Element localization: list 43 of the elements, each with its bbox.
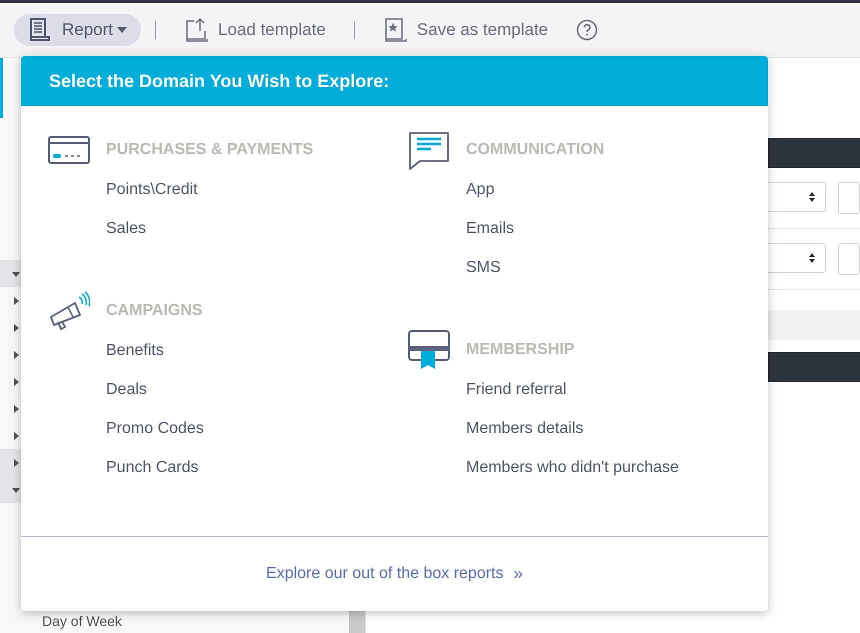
input-field[interactable]	[838, 243, 860, 275]
expand-arrow-icon[interactable]	[12, 486, 20, 494]
document-icon	[28, 17, 52, 43]
domain-heading: PURCHASES & PAYMENTS	[106, 141, 314, 159]
domain-report-link[interactable]: Friend referral	[466, 370, 566, 409]
star-document-icon	[382, 17, 407, 43]
expand-arrow-icon[interactable]	[12, 404, 20, 412]
domain-report-link[interactable]: Deals	[106, 370, 147, 409]
chat-icon	[408, 130, 450, 170]
save-template-button[interactable]: Save as template	[368, 14, 562, 46]
domain-report-link[interactable]: Members who didn't purchase	[466, 448, 679, 487]
membership-card-icon	[408, 330, 450, 370]
double-arrow-icon[interactable]: »	[514, 564, 523, 584]
expand-arrow-icon[interactable]	[12, 458, 20, 466]
report-button[interactable]: Report	[14, 14, 142, 46]
explore-reports-link[interactable]: Explore our out of the box reports	[266, 565, 504, 583]
load-template-button[interactable]: Load template	[170, 14, 340, 46]
domain-heading: COMMUNICATION	[466, 141, 604, 159]
menu-title: Select the Domain You Wish to Explore:	[49, 70, 390, 92]
domain-report-link[interactable]: Members details	[466, 409, 584, 448]
help-icon[interactable]	[576, 19, 598, 41]
expand-arrow-icon[interactable]	[12, 378, 20, 386]
expand-arrow-icon[interactable]	[12, 296, 20, 304]
megaphone-icon	[48, 291, 90, 331]
expand-arrow-icon[interactable]	[12, 432, 20, 440]
upload-icon	[184, 17, 208, 43]
sort-arrows-icon	[809, 253, 815, 263]
domain-report-link[interactable]: Sales	[106, 209, 146, 248]
domain-report-link[interactable]: Emails	[466, 209, 514, 248]
domain-report-link[interactable]: Points\Credit	[106, 170, 198, 209]
domain-report-link[interactable]: SMS	[466, 248, 501, 287]
domain-heading: CAMPAIGNS	[106, 302, 203, 320]
domain-report-link[interactable]: Benefits	[106, 331, 164, 370]
domain-report-link[interactable]: Punch Cards	[106, 448, 198, 487]
expand-arrow-icon[interactable]	[12, 270, 20, 278]
expand-arrow-icon[interactable]	[12, 324, 20, 332]
domain-heading: MEMBERSHIP	[466, 341, 574, 359]
sidebar-label: Day of Week	[42, 613, 122, 629]
sort-arrows-icon	[809, 192, 815, 202]
domain-report-link[interactable]: Promo Codes	[106, 409, 204, 448]
domain-report-link[interactable]: App	[466, 170, 494, 209]
expand-arrow-icon[interactable]	[12, 350, 20, 358]
input-field[interactable]	[838, 182, 860, 214]
